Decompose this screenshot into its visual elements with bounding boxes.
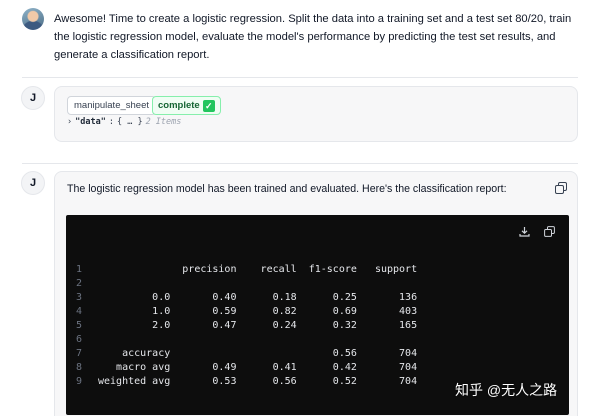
code-line: 9 weighted avg 0.53 0.56 0.52 704 — [76, 375, 417, 389]
user-avatar — [22, 8, 44, 30]
user-message-text: Awesome! Time to create a logistic regre… — [54, 13, 572, 61]
assistant-message-text: The logistic regression model has been t… — [67, 183, 507, 195]
copy-icon[interactable] — [555, 182, 567, 194]
status-badge: complete ✓ — [152, 96, 221, 115]
json-collapsed-value: { … } — [116, 117, 143, 127]
assistant-avatar: J — [21, 86, 45, 110]
code-line: 8 macro avg 0.49 0.41 0.42 704 — [76, 361, 417, 375]
code-text: weighted avg 0.53 0.56 0.52 704 — [98, 376, 418, 387]
check-icon: ✓ — [202, 99, 215, 112]
json-colon: : — [108, 117, 114, 127]
json-tree-toggle[interactable]: › "data" : { … } 2 Items — [67, 117, 181, 127]
message-divider — [22, 163, 578, 164]
json-key: "data" — [75, 117, 106, 127]
json-item-count: 2 Items — [145, 117, 182, 127]
watermark: 知乎 @无人之路 — [455, 382, 558, 398]
code-text: accuracy 0.56 704 — [98, 348, 418, 359]
message-divider — [22, 77, 578, 78]
code-line: 2 — [76, 277, 417, 291]
chevron-right-icon: › — [67, 117, 73, 127]
code-toolbar — [519, 226, 555, 237]
code-text: precision recall f1-score support — [98, 264, 418, 275]
code-text: macro avg 0.49 0.41 0.42 704 — [98, 362, 418, 373]
code-line: 7 accuracy 0.56 704 — [76, 347, 417, 361]
tool-name-badge[interactable]: manipulate_sheet — [67, 96, 156, 115]
line-number: 5 — [76, 320, 83, 331]
code-line: 6 — [76, 333, 417, 347]
code-line: 1 precision recall f1-score support — [76, 263, 417, 277]
code-content: 1 precision recall f1-score support 2 3 0.… — [76, 263, 417, 389]
code-text: 0.0 0.40 0.18 0.25 136 — [98, 292, 418, 303]
line-number: 9 — [76, 376, 83, 387]
line-number: 3 — [76, 292, 83, 303]
line-number: 7 — [76, 348, 83, 359]
line-number: 4 — [76, 306, 83, 317]
tool-call-card: manipulate_sheet complete ✓ › "data" : {… — [54, 86, 578, 142]
code-line: 4 1.0 0.59 0.82 0.69 403 — [76, 305, 417, 319]
line-number: 1 — [76, 264, 83, 275]
status-label: complete — [158, 100, 200, 111]
assistant-avatar: J — [21, 171, 45, 195]
line-number: 8 — [76, 362, 83, 373]
code-line: 3 0.0 0.40 0.18 0.25 136 — [76, 291, 417, 305]
line-number: 6 — [76, 334, 83, 345]
copy-code-icon[interactable] — [544, 226, 555, 237]
code-text: 2.0 0.47 0.24 0.32 165 — [98, 320, 418, 331]
code-text: 1.0 0.59 0.82 0.69 403 — [98, 306, 418, 317]
line-number: 2 — [76, 278, 83, 289]
code-line: 5 2.0 0.47 0.24 0.32 165 — [76, 319, 417, 333]
download-icon[interactable] — [519, 226, 530, 237]
